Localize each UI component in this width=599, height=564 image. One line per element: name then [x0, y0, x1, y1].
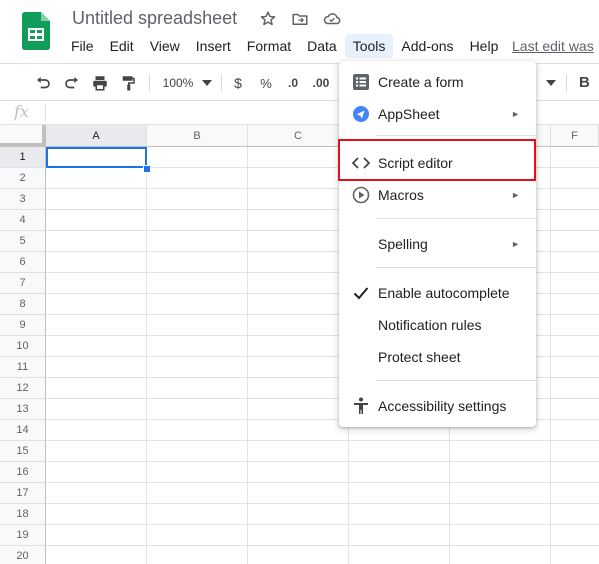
redo-icon[interactable]: [61, 64, 83, 102]
row-header[interactable]: 17: [0, 483, 46, 504]
column-header-f[interactable]: F: [551, 125, 599, 147]
column-header-c[interactable]: C: [248, 125, 349, 147]
undo-icon[interactable]: [32, 64, 54, 102]
move-to-folder-icon[interactable]: [290, 9, 310, 29]
menu-item-label: Notification rules: [378, 317, 482, 333]
menu-item-create-form[interactable]: Create a form: [339, 67, 536, 97]
cloud-saved-icon[interactable]: [322, 9, 342, 29]
percent-format-button[interactable]: %: [258, 64, 274, 102]
menu-bar: File Edit View Insert Format Data Tools …: [63, 33, 506, 59]
decrease-decimal-button[interactable]: .0: [282, 64, 304, 102]
menu-item-label: Enable autocomplete: [378, 285, 510, 301]
row-header[interactable]: 19: [0, 525, 46, 546]
submenu-arrow-icon: ►: [511, 239, 520, 249]
form-icon: [351, 72, 371, 92]
menu-tools[interactable]: Tools: [344, 34, 394, 58]
menu-item-macros[interactable]: Macros ►: [339, 180, 536, 210]
fx-icon: fx: [14, 102, 29, 121]
row-header[interactable]: 9: [0, 315, 46, 336]
chevron-down-icon[interactable]: [546, 64, 556, 102]
bold-button[interactable]: B: [579, 63, 590, 101]
menu-item-label: Protect sheet: [378, 349, 461, 365]
accessibility-icon: [351, 396, 371, 416]
menu-item-appsheet[interactable]: AppSheet ►: [339, 99, 536, 129]
row-header[interactable]: 4: [0, 210, 46, 231]
row-header[interactable]: 14: [0, 420, 46, 441]
menu-item-label: AppSheet: [378, 106, 440, 122]
menu-insert[interactable]: Insert: [188, 34, 239, 58]
print-icon[interactable]: [89, 64, 111, 102]
menu-item-enable-autocomplete[interactable]: Enable autocomplete: [339, 278, 536, 308]
menu-edit[interactable]: Edit: [102, 34, 142, 58]
row-header[interactable]: 2: [0, 168, 46, 189]
row-header[interactable]: 12: [0, 378, 46, 399]
menu-data[interactable]: Data: [299, 34, 345, 58]
appsheet-icon: [351, 104, 371, 124]
menu-format[interactable]: Format: [239, 34, 299, 58]
submenu-arrow-icon: ►: [511, 109, 520, 119]
menu-item-label: Macros: [378, 187, 424, 203]
fill-handle[interactable]: [143, 165, 151, 173]
menu-item-spelling[interactable]: Spelling ►: [339, 229, 536, 259]
menu-view[interactable]: View: [142, 34, 188, 58]
chevron-down-icon[interactable]: [202, 64, 212, 102]
row-header[interactable]: 20: [0, 546, 46, 564]
row-header[interactable]: 13: [0, 399, 46, 420]
row-header[interactable]: 3: [0, 189, 46, 210]
menu-item-label: Create a form: [378, 74, 464, 90]
menu-item-label: Accessibility settings: [378, 398, 507, 414]
row-header[interactable]: 7: [0, 273, 46, 294]
menu-item-label: Spelling: [378, 236, 428, 252]
last-edit-link[interactable]: Last edit was: [512, 38, 594, 54]
menu-item-accessibility-settings[interactable]: Accessibility settings: [339, 391, 536, 421]
row-header[interactable]: 10: [0, 336, 46, 357]
row-header[interactable]: 1: [0, 147, 46, 168]
row-header[interactable]: 18: [0, 504, 46, 525]
column-header-a[interactable]: A: [46, 125, 147, 147]
sheets-logo-icon[interactable]: [22, 12, 50, 50]
column-header-b[interactable]: B: [147, 125, 248, 147]
star-icon[interactable]: [258, 9, 278, 29]
row-header[interactable]: 11: [0, 357, 46, 378]
play-circle-icon: [351, 185, 371, 205]
menu-file[interactable]: File: [63, 34, 102, 58]
menu-item-protect-sheet[interactable]: Protect sheet: [339, 342, 536, 372]
row-header[interactable]: 16: [0, 462, 46, 483]
submenu-arrow-icon: ►: [511, 190, 520, 200]
menu-addons[interactable]: Add-ons: [393, 34, 461, 58]
script-editor-highlight: [338, 139, 536, 181]
menu-item-notification-rules[interactable]: Notification rules: [339, 310, 536, 340]
paint-format-icon[interactable]: [117, 64, 139, 102]
tools-menu: Create a form AppSheet ► Script editor M…: [339, 61, 536, 427]
currency-format-button[interactable]: $: [230, 64, 246, 102]
zoom-select[interactable]: 100%: [160, 64, 196, 102]
row-header[interactable]: 8: [0, 294, 46, 315]
check-icon: [351, 283, 371, 303]
row-header[interactable]: 15: [0, 441, 46, 462]
selected-cell-a1[interactable]: [46, 147, 147, 168]
select-all-corner[interactable]: [0, 125, 46, 147]
row-header[interactable]: 5: [0, 231, 46, 252]
row-header[interactable]: 6: [0, 252, 46, 273]
increase-decimal-button[interactable]: .00: [310, 64, 332, 102]
document-title[interactable]: Untitled spreadsheet: [72, 8, 237, 29]
menu-help[interactable]: Help: [462, 34, 507, 58]
